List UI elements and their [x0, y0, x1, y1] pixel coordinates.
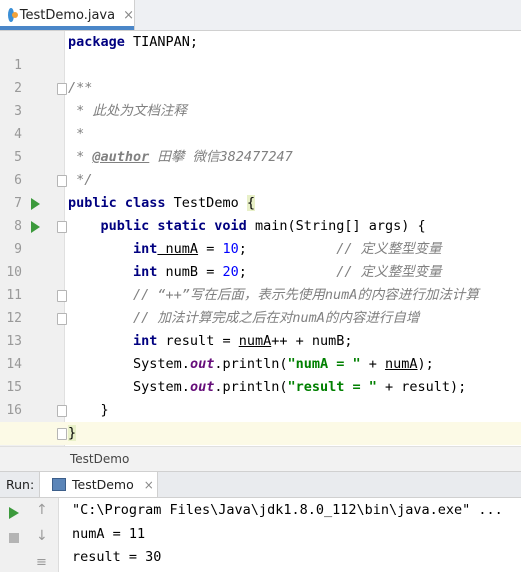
- keyword: int: [133, 333, 158, 349]
- scroll-down-icon[interactable]: ↓: [36, 528, 48, 544]
- active-tab-indicator: [0, 26, 134, 30]
- line-comment: // “++”写在后面，表示先使用numA的内容进行加法计算: [133, 287, 479, 303]
- rerun-icon[interactable]: [9, 507, 19, 519]
- fold-icon[interactable]: [57, 313, 67, 325]
- matched-brace: {: [246, 195, 255, 211]
- code-text: main(String[] args) {: [246, 218, 426, 234]
- code-line[interactable]: 16 System.out.println("result = " + resu…: [0, 376, 521, 418]
- code-line[interactable]: 14 int result = numA++ + numB;: [0, 330, 521, 372]
- code-line[interactable]: 13 // 加法计算完成之后在对numA的内容进行自增: [0, 307, 521, 349]
- close-icon[interactable]: ×: [144, 478, 154, 492]
- code-line[interactable]: 4 * 此处为文档注释: [0, 100, 521, 142]
- string-literal: "result = ": [287, 379, 377, 395]
- doc-comment: *: [68, 149, 93, 165]
- run-gutter-icon[interactable]: [31, 221, 40, 233]
- fold-icon[interactable]: [57, 290, 67, 302]
- code-line[interactable]: 12 // “++”写在后面，表示先使用numA的内容进行加法计算: [0, 284, 521, 326]
- console-toolbar: ↑ ↓ ≡: [0, 498, 59, 572]
- code-text: numA: [238, 333, 272, 349]
- doc-comment: *: [68, 126, 85, 142]
- code-text: }: [68, 402, 109, 418]
- breadcrumb[interactable]: TestDemo: [0, 446, 521, 471]
- code-line[interactable]: 15 System.out.println("numA = " + numA);: [0, 353, 521, 395]
- stop-icon[interactable]: [9, 533, 19, 543]
- console-line: numA = 11: [72, 526, 146, 542]
- code-line[interactable]: 5 *: [0, 123, 521, 165]
- code-editor[interactable]: 1 package TIANPAN; 2 3 /** 4 * 此处为文档注释 5…: [0, 31, 521, 464]
- scroll-up-icon[interactable]: ↑: [36, 502, 48, 518]
- fold-icon[interactable]: [57, 428, 67, 440]
- editor-tab-testdemo[interactable]: TestDemo.java ×: [0, 0, 135, 30]
- code-text: numA: [157, 241, 199, 257]
- keyword: public class: [68, 195, 166, 211]
- line-comment: // 定义整型变量: [336, 264, 442, 280]
- fold-icon[interactable]: [57, 405, 67, 417]
- code-text: numA: [385, 356, 418, 372]
- code-line-current[interactable]: 18 }: [0, 422, 521, 464]
- code-line[interactable]: 10 int numA = 10; // 定义整型变量: [0, 238, 521, 280]
- run-console[interactable]: ↑ ↓ ≡ "C:\Program Files\Java\jdk1.8.0_11…: [0, 498, 521, 572]
- code-line[interactable]: 3 /**: [0, 77, 521, 119]
- number-literal: 20: [222, 264, 239, 280]
- line-comment: // 定义整型变量: [336, 241, 442, 257]
- matched-brace: }: [68, 425, 77, 441]
- console-line: result = 30: [72, 549, 162, 565]
- fold-icon[interactable]: [57, 221, 67, 233]
- project-icon: [52, 478, 66, 491]
- static-field: out: [189, 356, 215, 372]
- line-comment: // 加法计算完成之后在对numA的内容进行自增: [133, 310, 420, 326]
- keyword: int: [133, 264, 158, 280]
- keyword: package: [68, 34, 125, 50]
- editor-tab-label: TestDemo.java: [19, 7, 116, 23]
- keyword: int: [133, 241, 158, 257]
- fold-icon[interactable]: [57, 175, 67, 187]
- soft-wrap-icon[interactable]: ≡: [36, 555, 47, 570]
- close-icon[interactable]: ×: [123, 8, 134, 23]
- code-text: TIANPAN;: [124, 34, 199, 50]
- run-tab-label: TestDemo: [72, 477, 134, 492]
- run-label: Run:: [6, 477, 35, 492]
- code-text: TestDemo: [165, 195, 247, 211]
- string-literal: "numA = ": [287, 356, 361, 372]
- console-line: "C:\Program Files\Java\jdk1.8.0_112\bin\…: [72, 502, 503, 518]
- code-line[interactable]: 7 */: [0, 169, 521, 211]
- run-tool-window-bar: Run: TestDemo ×: [0, 471, 521, 498]
- code-line[interactable]: 1 package TIANPAN;: [0, 31, 521, 73]
- doc-comment: * 此处为文档注释: [68, 103, 187, 119]
- breadcrumb-item[interactable]: TestDemo: [70, 452, 129, 466]
- code-text: numB =: [157, 264, 223, 280]
- code-line[interactable]: 2: [0, 54, 521, 96]
- code-line[interactable]: 9 public static void main(String[] args)…: [0, 215, 521, 257]
- code-line[interactable]: 8 public class TestDemo {: [0, 192, 521, 234]
- static-field: out: [189, 379, 215, 395]
- number-literal: 10: [222, 241, 239, 257]
- code-line[interactable]: 6 * @author 田攀 微信382477247: [0, 146, 521, 188]
- editor-tab-bar: TestDemo.java ×: [0, 0, 521, 31]
- run-tab-testdemo[interactable]: TestDemo ×: [39, 472, 158, 497]
- keyword: public static void: [100, 218, 247, 234]
- doc-comment: 田攀 微信382477247: [149, 149, 293, 165]
- doc-comment: */: [68, 172, 93, 188]
- code-line[interactable]: 17 }: [0, 399, 521, 441]
- fold-icon[interactable]: [57, 83, 67, 95]
- doc-comment: /**: [68, 80, 93, 96]
- run-gutter-icon[interactable]: [31, 198, 40, 210]
- java-file-icon: [8, 8, 18, 22]
- code-line[interactable]: 11 int numB = 20; // 定义整型变量: [0, 261, 521, 303]
- javadoc-tag: @author: [92, 149, 150, 165]
